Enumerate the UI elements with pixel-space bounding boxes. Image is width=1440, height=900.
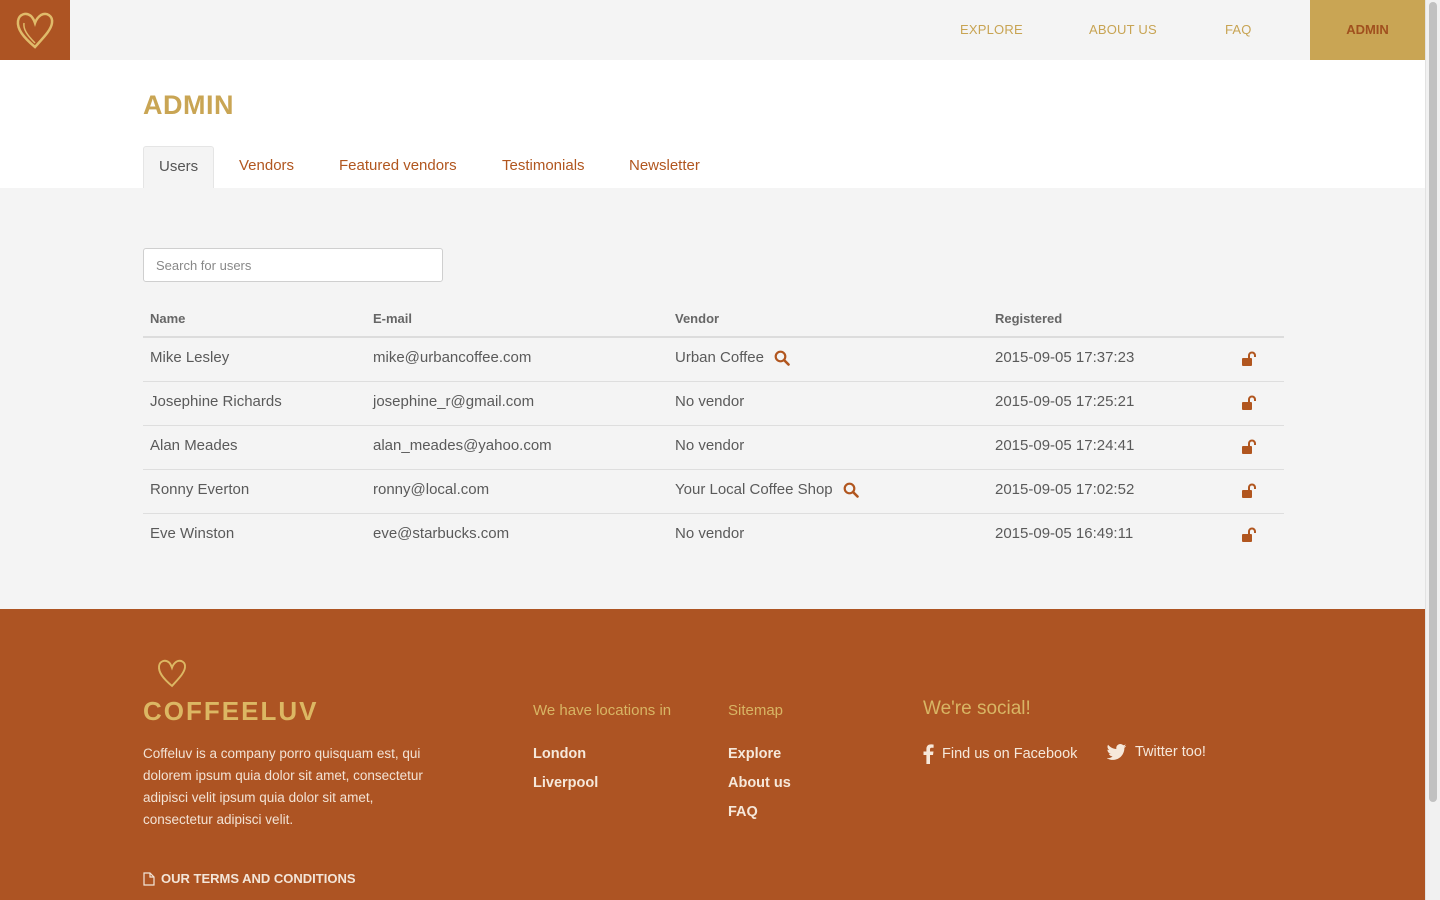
nav-explore[interactable]: EXPLORE	[960, 0, 1023, 60]
user-vendor: No vendor	[675, 525, 745, 542]
user-registered: 2015-09-05 17:24:41	[995, 437, 1135, 454]
tab-newsletter[interactable]: Newsletter	[629, 146, 700, 188]
sitemap-faq[interactable]: FAQ	[728, 804, 758, 820]
locations-heading: We have locations in	[533, 702, 672, 719]
unlock-icon[interactable]	[1241, 527, 1257, 543]
user-name: Eve Winston	[150, 525, 235, 542]
table-row: Josephine Richards josephine_r@gmail.com…	[143, 382, 1284, 426]
user-email: ronny@local.com	[373, 481, 490, 498]
facebook-label: Find us on Facebook	[942, 746, 1078, 762]
unlock-icon[interactable]	[1241, 395, 1257, 411]
unlock-icon[interactable]	[1241, 483, 1257, 499]
user-registered: 2015-09-05 16:49:11	[995, 525, 1134, 542]
user-email: alan_meades@yahoo.com	[373, 437, 552, 454]
twitter-label: Twitter too!	[1135, 744, 1206, 760]
user-registered: 2015-09-05 17:25:21	[995, 393, 1135, 410]
top-navigation: EXPLORE ABOUT US FAQ ADMIN	[0, 0, 1425, 60]
social-heading: We're social!	[923, 698, 1031, 719]
column-header-email[interactable]: E-mail	[373, 311, 412, 326]
user-name: Alan Meades	[150, 437, 238, 454]
sitemap-heading: Sitemap	[728, 702, 784, 719]
sitemap-explore[interactable]: Explore	[728, 746, 781, 762]
user-registered: 2015-09-05 17:02:52	[995, 481, 1135, 498]
footer-about-text: Coffeluv is a company porro quisquam est…	[143, 746, 423, 827]
table-header: Name E-mail Vendor Registered	[143, 300, 1284, 338]
twitter-link[interactable]: Twitter too!	[1107, 744, 1206, 760]
user-email: mike@urbancoffee.com	[373, 349, 532, 366]
sitemap-about-us[interactable]: About us	[728, 775, 791, 791]
search-icon[interactable]	[843, 482, 859, 498]
facebook-icon	[923, 744, 934, 764]
location-london[interactable]: London	[533, 746, 586, 762]
vendor-name: Urban Coffee	[675, 349, 764, 366]
nav-faq[interactable]: FAQ	[1225, 0, 1252, 60]
vendor-name: Your Local Coffee Shop	[675, 481, 833, 498]
users-table: Name E-mail Vendor Registered Mike Lesle…	[143, 300, 1284, 558]
user-vendor: Urban Coffee	[675, 349, 790, 366]
twitter-icon	[1107, 744, 1127, 760]
user-name: Ronny Everton	[150, 481, 250, 498]
location-liverpool[interactable]: Liverpool	[533, 775, 598, 791]
user-vendor: Your Local Coffee Shop	[675, 481, 859, 498]
tab-testimonials[interactable]: Testimonials	[502, 146, 585, 188]
user-vendor: No vendor	[675, 393, 745, 410]
column-header-name[interactable]: Name	[150, 311, 185, 326]
user-vendor: No vendor	[675, 437, 745, 454]
nav-admin[interactable]: ADMIN	[1310, 0, 1425, 60]
brand-name: COFFEELUV	[143, 696, 319, 726]
column-header-vendor[interactable]: Vendor	[675, 311, 719, 326]
home-logo[interactable]	[0, 0, 70, 60]
heart-logo-icon	[158, 659, 186, 688]
terms-link[interactable]: OUR TERMS AND CONDITIONS	[143, 871, 356, 886]
table-row: Eve Winston eve@starbucks.com No vendor …	[143, 514, 1284, 558]
nav-about-us[interactable]: ABOUT US	[1089, 0, 1157, 60]
user-name: Josephine Richards	[150, 393, 282, 410]
scrollbar-thumb[interactable]	[1429, 2, 1437, 802]
search-users-input[interactable]	[143, 248, 443, 282]
page-title: ADMIN	[143, 90, 234, 120]
table-row: Mike Lesley mike@urbancoffee.com Urban C…	[143, 338, 1284, 382]
user-name: Mike Lesley	[150, 349, 230, 366]
table-row: Alan Meades alan_meades@yahoo.com No ven…	[143, 426, 1284, 470]
footer-brand: COFFEELUV	[143, 657, 318, 727]
table-row: Ronny Everton ronny@local.com Your Local…	[143, 470, 1284, 514]
unlock-icon[interactable]	[1241, 439, 1257, 455]
page-scrollbar[interactable]	[1425, 0, 1440, 900]
terms-label: OUR TERMS AND CONDITIONS	[161, 871, 356, 886]
tab-users[interactable]: Users	[143, 146, 215, 188]
tab-vendors[interactable]: Vendors	[239, 146, 294, 188]
document-icon	[143, 871, 155, 886]
search-icon[interactable]	[774, 350, 790, 366]
site-footer: COFFEELUV Coffeluv is a company porro qu…	[0, 609, 1425, 900]
users-panel: Name E-mail Vendor Registered Mike Lesle…	[0, 188, 1425, 609]
unlock-icon[interactable]	[1241, 351, 1257, 367]
user-registered: 2015-09-05 17:37:23	[995, 349, 1135, 366]
tab-featured-vendors[interactable]: Featured vendors	[339, 146, 457, 188]
facebook-link[interactable]: Find us on Facebook	[923, 744, 1077, 764]
user-email: josephine_r@gmail.com	[373, 393, 535, 410]
heart-logo-icon	[16, 12, 54, 49]
user-email: eve@starbucks.com	[373, 525, 510, 542]
column-header-registered[interactable]: Registered	[995, 311, 1062, 326]
